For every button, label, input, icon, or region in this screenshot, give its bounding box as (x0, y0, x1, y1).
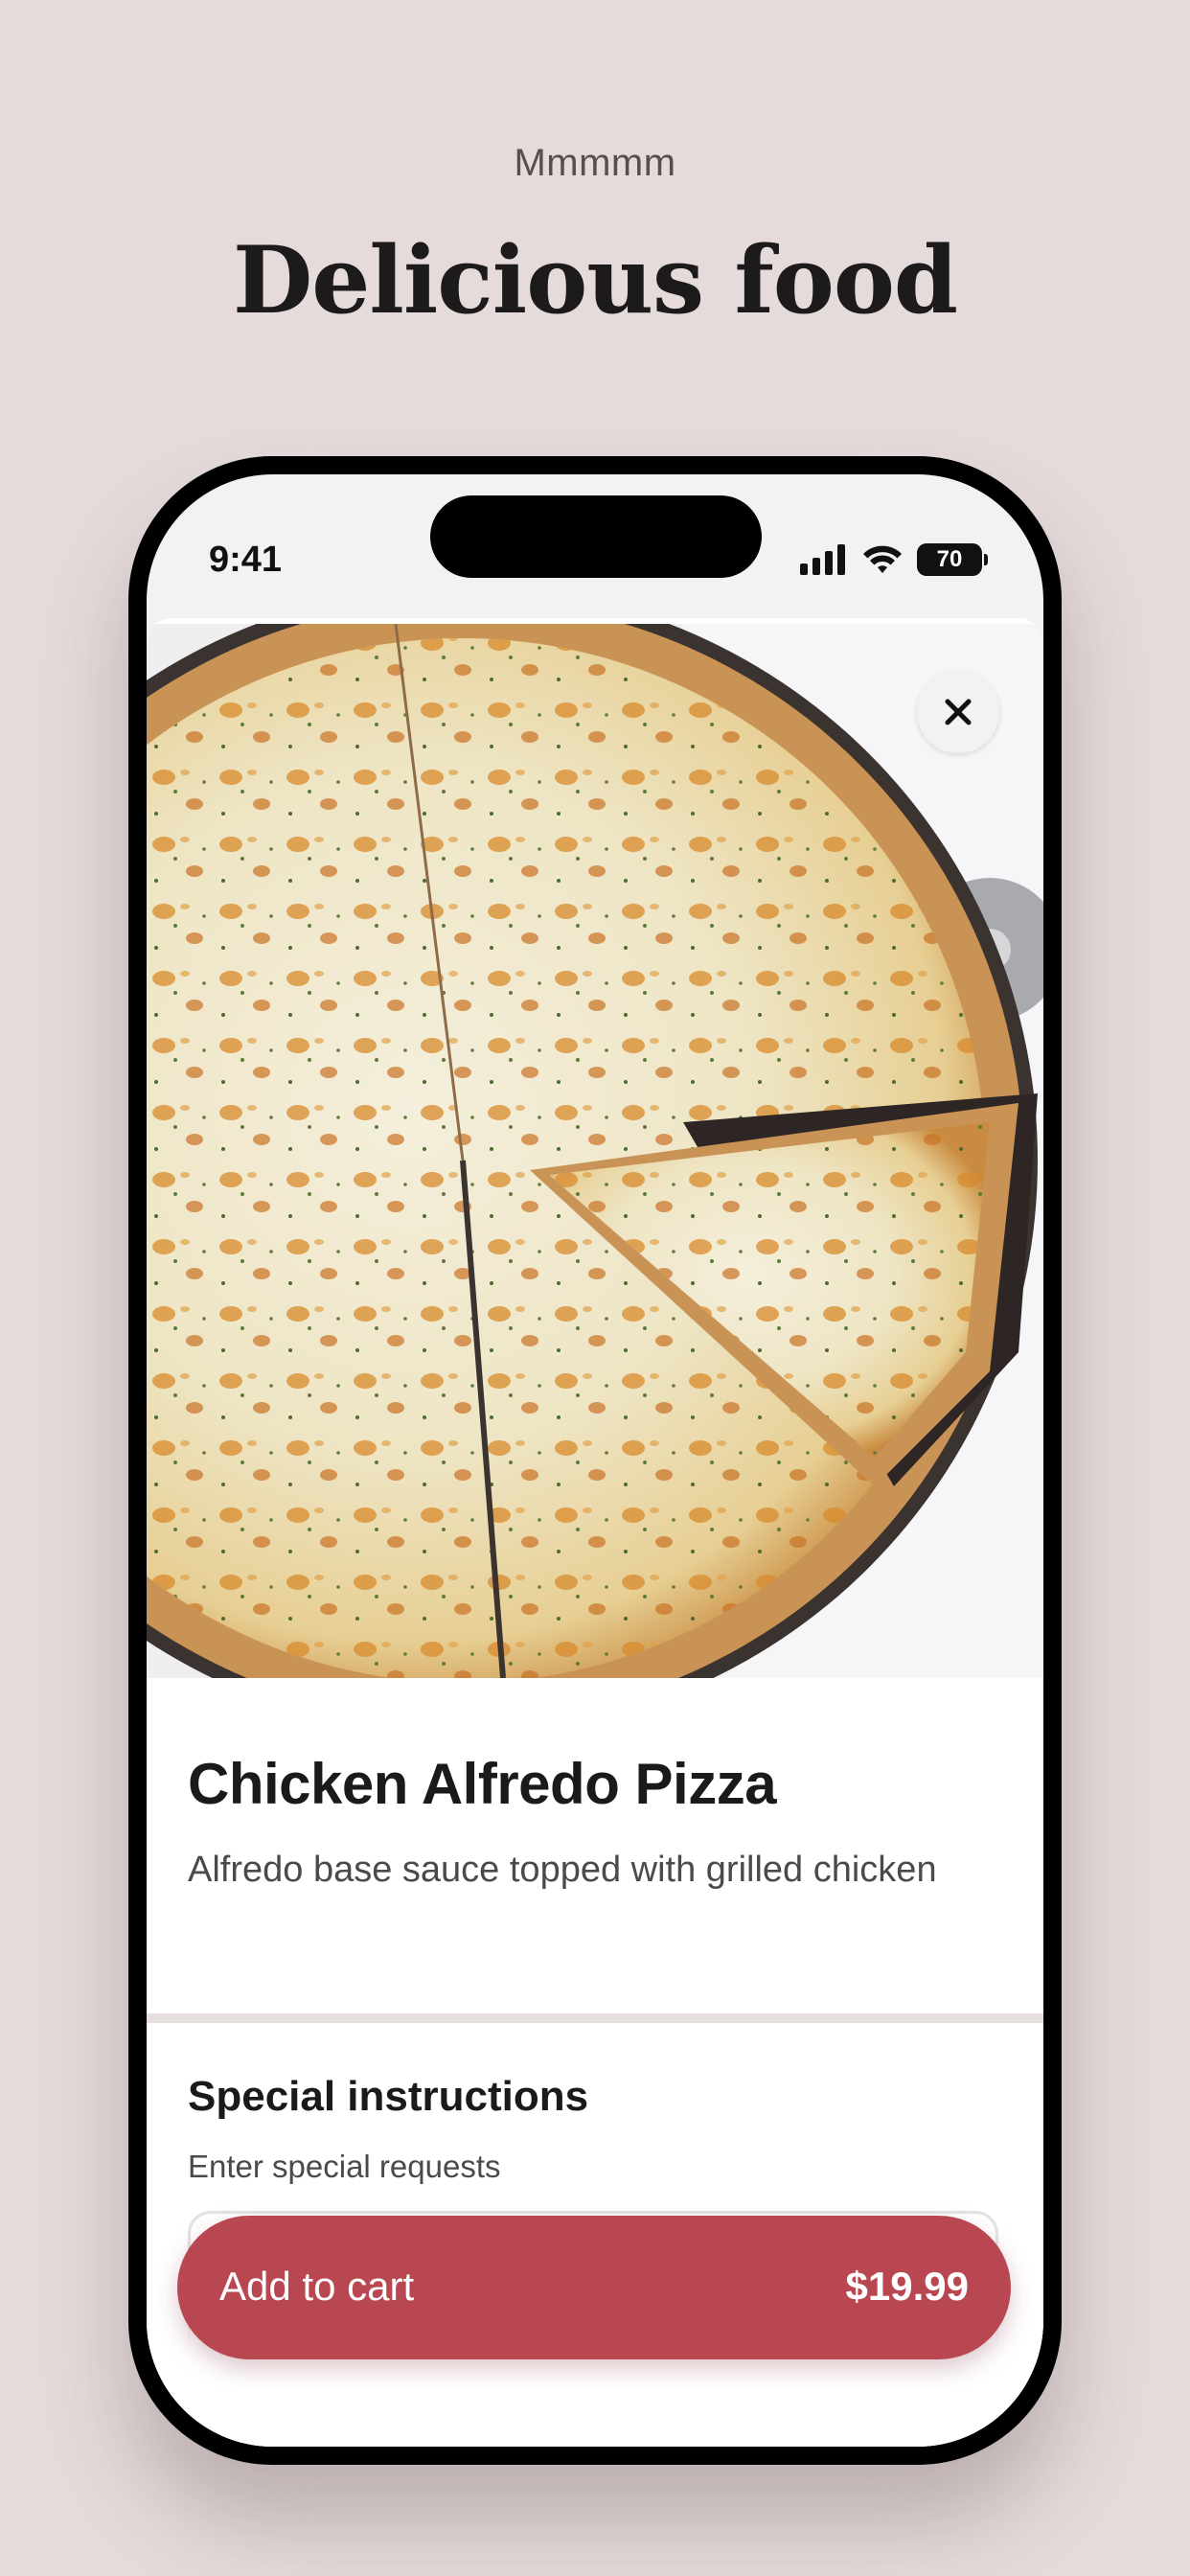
special-instructions-title: Special instructions (188, 2073, 589, 2120)
wifi-icon (863, 545, 902, 573)
add-to-cart-label: Add to cart (219, 2264, 415, 2309)
item-sheet: Chicken Alfredo Pizza Alfredo base sauce… (147, 618, 1043, 2447)
phone-screen: 9:41 70 Chicken Alfredo Pizza Alfredo ba… (147, 474, 1043, 2447)
item-title: Chicken Alfredo Pizza (188, 1752, 777, 1816)
phone-frame: 9:41 70 Chicken Alfredo Pizza Alfredo ba… (128, 456, 1062, 2465)
battery-icon: 70 (917, 543, 988, 576)
status-icons: 70 (800, 543, 988, 576)
cellular-signal-icon (800, 544, 845, 575)
cart-price: $19.99 (845, 2264, 969, 2309)
dynamic-island (430, 495, 762, 578)
status-bar: 9:41 70 (147, 474, 1043, 618)
special-instructions-subtitle: Enter special requests (188, 2149, 501, 2184)
item-description: Alfredo base sauce topped with grilled c… (188, 1850, 937, 1890)
eyebrow-text: Mmmmm (514, 142, 676, 184)
pizza-image (147, 624, 1043, 1678)
add-to-cart-button[interactable]: Add to cart $19.99 (177, 2216, 1011, 2359)
status-time: 9:41 (209, 540, 283, 580)
close-button[interactable] (917, 671, 999, 753)
close-icon (945, 699, 972, 725)
page-headline: Delicious food (233, 226, 958, 334)
section-divider (147, 2013, 1043, 2023)
